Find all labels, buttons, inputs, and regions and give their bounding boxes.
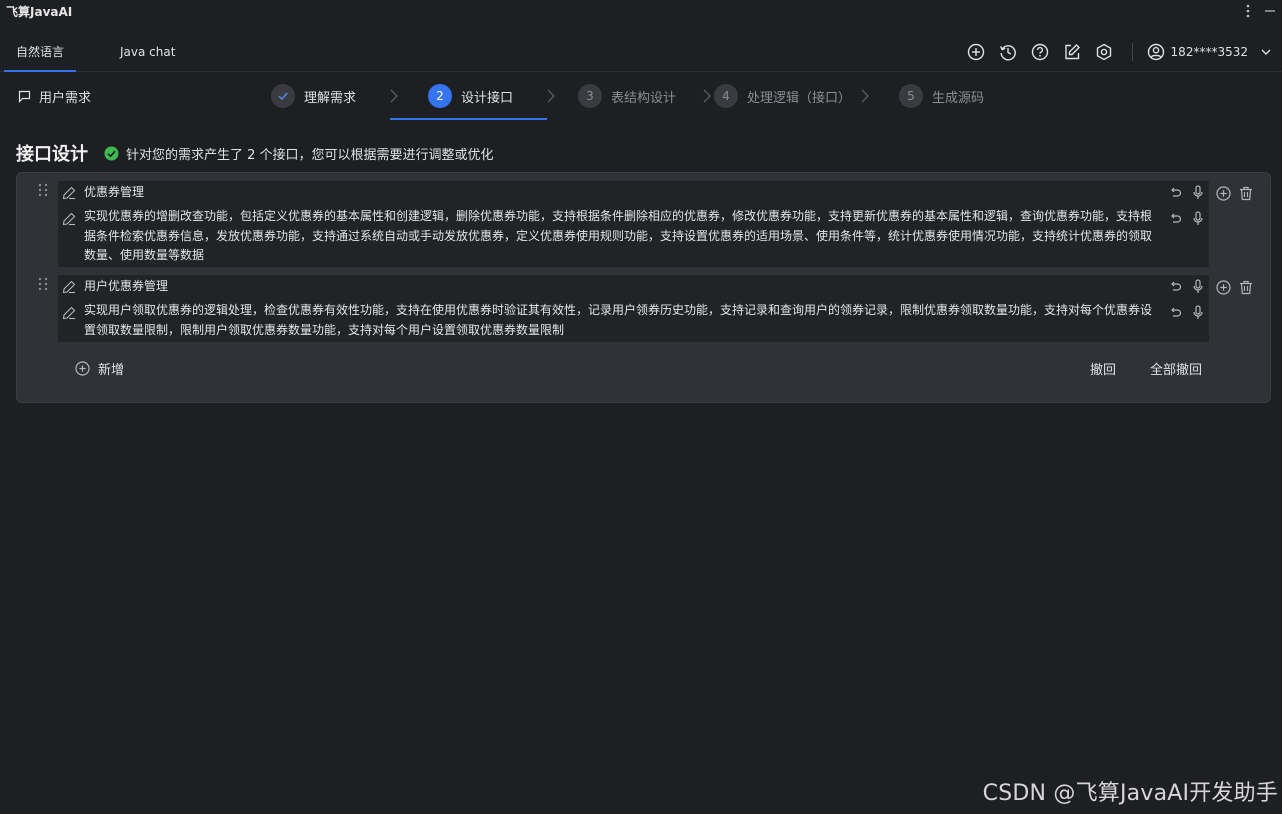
result-message: 针对您的需求产生了 2 个接口，您可以根据需要进行调整或优化 xyxy=(126,147,494,163)
description-line: 实现优惠券的增删改查功能，包括定义优惠券的基本属性和创建逻辑，删除优惠券功能，支… xyxy=(84,209,1153,223)
description-line: 据条件检索优惠券信息，发放优惠券功能，支持通过系统自动或手动发放优惠券，定义优惠… xyxy=(84,228,1153,243)
interface-description-row: 实现优惠券的增删改查功能，包括定义优惠券的基本属性和创建逻辑，删除优惠券功能，支… xyxy=(58,207,1209,267)
section-heading: 接口设计 针对您的需求产生了 2 个接口，您可以根据需要进行调整或优化 xyxy=(16,140,494,166)
step-number: 3 xyxy=(578,84,602,108)
description-line: 实现用户领取优惠券的逻辑处理，检查优惠券有效性功能，支持在使用优惠券时验证其有效… xyxy=(84,303,1153,317)
plus-circle-icon xyxy=(75,361,90,376)
add-circle-icon[interactable] xyxy=(960,32,992,71)
chevron-right-icon xyxy=(546,88,556,104)
pencil-icon[interactable] xyxy=(62,186,76,200)
interface-description[interactable]: 实现优惠券的增删改查功能，包括定义优惠券的基本属性和创建逻辑，删除优惠券功能，支… xyxy=(84,207,1159,266)
add-interface-button[interactable]: 新增 xyxy=(75,359,124,378)
step-understand-requirement[interactable]: 理解需求 xyxy=(271,84,356,108)
active-step-indicator xyxy=(390,118,547,120)
microphone-icon[interactable] xyxy=(1192,211,1204,226)
pencil-icon[interactable] xyxy=(62,306,76,320)
success-check-icon xyxy=(104,146,119,161)
trash-icon[interactable] xyxy=(1239,280,1253,295)
minimize-icon[interactable] xyxy=(1264,5,1276,17)
step-label: 设计接口 xyxy=(461,90,514,106)
undo-icon[interactable] xyxy=(1169,306,1182,319)
step-label: 处理逻辑（接口） xyxy=(747,90,852,106)
interface-name[interactable]: 用户优惠券管理 xyxy=(84,277,168,297)
step-number: 2 xyxy=(428,84,452,108)
trash-icon[interactable] xyxy=(1239,186,1253,201)
comment-icon xyxy=(18,90,31,103)
chevron-right-icon xyxy=(389,88,399,104)
tab-label: 自然语言 xyxy=(16,45,65,59)
edit-note-icon[interactable] xyxy=(1056,32,1088,71)
title-bar: 飞算JavaAI xyxy=(0,0,1282,22)
microphone-icon[interactable] xyxy=(1192,279,1204,294)
app-title: 飞算JavaAI xyxy=(6,4,73,19)
description-line: 置领取数量限制，限制用户领取优惠券数量功能，支持对每个用户设置领取优惠券数量限制 xyxy=(84,322,565,337)
undo-icon[interactable] xyxy=(1169,186,1182,199)
interface-description-row: 实现用户领取优惠券的逻辑处理，检查优惠券有效性功能，支持在使用优惠券时验证其有效… xyxy=(58,301,1209,341)
watermark: CSDN @飞算JavaAI开发助手 xyxy=(982,781,1278,806)
steps-bar: 用户需求 理解需求 2 设计接口 3 表结构设计 4 处理逻辑（接口） 5 生成… xyxy=(0,72,1282,120)
requirement-label: 用户需求 xyxy=(39,90,92,106)
interface-name-row: 优惠券管理 xyxy=(58,181,1209,205)
user-requirement-toggle[interactable]: 用户需求 xyxy=(18,72,91,120)
undo-icon[interactable] xyxy=(1169,212,1182,225)
chevron-right-icon xyxy=(702,88,712,104)
add-interface-icon[interactable] xyxy=(1216,280,1231,295)
description-line: 数量、使用数量等数据 xyxy=(84,248,205,262)
user-phone: 182****3532 xyxy=(1170,44,1248,59)
chevron-right-icon xyxy=(860,88,870,104)
toolbar: 182****3532 xyxy=(960,32,1272,71)
tab-label: Java chat xyxy=(120,44,176,59)
settings-icon[interactable] xyxy=(1088,32,1120,71)
step-generate-source[interactable]: 5 生成源码 xyxy=(899,84,984,108)
step-label: 表结构设计 xyxy=(611,90,677,106)
step-table-design[interactable]: 3 表结构设计 xyxy=(578,84,676,108)
step-number: 5 xyxy=(899,84,923,108)
user-menu[interactable]: 182****3532 xyxy=(1147,43,1272,61)
chevron-down-icon xyxy=(1260,46,1272,58)
user-avatar-icon xyxy=(1147,43,1165,61)
drag-handle-icon[interactable] xyxy=(37,183,49,197)
add-label: 新增 xyxy=(98,363,125,378)
check-icon xyxy=(271,84,295,108)
microphone-icon[interactable] xyxy=(1192,185,1204,200)
page-title: 接口设计 xyxy=(16,144,88,165)
tab-natural-language[interactable]: 自然语言 xyxy=(3,32,77,72)
pencil-icon[interactable] xyxy=(62,280,76,294)
window-controls xyxy=(1246,4,1276,18)
drag-handle-icon[interactable] xyxy=(37,277,49,291)
tab-java-chat[interactable]: Java chat xyxy=(120,32,175,71)
undo-button[interactable]: 撤回 xyxy=(1090,359,1116,378)
undo-icon[interactable] xyxy=(1169,280,1182,293)
pencil-icon[interactable] xyxy=(62,212,76,226)
step-label: 理解需求 xyxy=(304,90,357,106)
interface-list-panel: 优惠券管理 实现优惠券的增删改查功能，包括定义优惠券的基本属性和创建逻辑，删除优… xyxy=(16,172,1271,403)
toolbar-divider xyxy=(1131,42,1133,61)
interface-description[interactable]: 实现用户领取优惠券的逻辑处理，检查优惠券有效性功能，支持在使用优惠券时验证其有效… xyxy=(84,301,1159,340)
interface-name[interactable]: 优惠券管理 xyxy=(84,183,144,203)
interface-item: 用户优惠券管理 实现用户领取优惠券的逻辑处理，检查优惠券有效性功能，支持在使用优… xyxy=(58,275,1209,342)
add-interface-icon[interactable] xyxy=(1216,186,1231,201)
microphone-icon[interactable] xyxy=(1192,305,1204,320)
undo-all-button[interactable]: 全部撤回 xyxy=(1150,359,1202,378)
top-bar: 自然语言 Java chat 182****3532 xyxy=(0,32,1282,72)
step-design-interface[interactable]: 2 设计接口 xyxy=(428,84,513,108)
interface-item: 优惠券管理 实现优惠券的增删改查功能，包括定义优惠券的基本属性和创建逻辑，删除优… xyxy=(58,181,1209,267)
help-icon[interactable] xyxy=(1024,32,1056,71)
history-icon[interactable] xyxy=(992,32,1024,71)
step-processing-logic[interactable]: 4 处理逻辑（接口） xyxy=(714,84,851,108)
interface-name-row: 用户优惠券管理 xyxy=(58,275,1209,299)
more-options-icon[interactable] xyxy=(1246,4,1250,18)
step-label: 生成源码 xyxy=(932,90,985,106)
step-number: 4 xyxy=(714,84,738,108)
